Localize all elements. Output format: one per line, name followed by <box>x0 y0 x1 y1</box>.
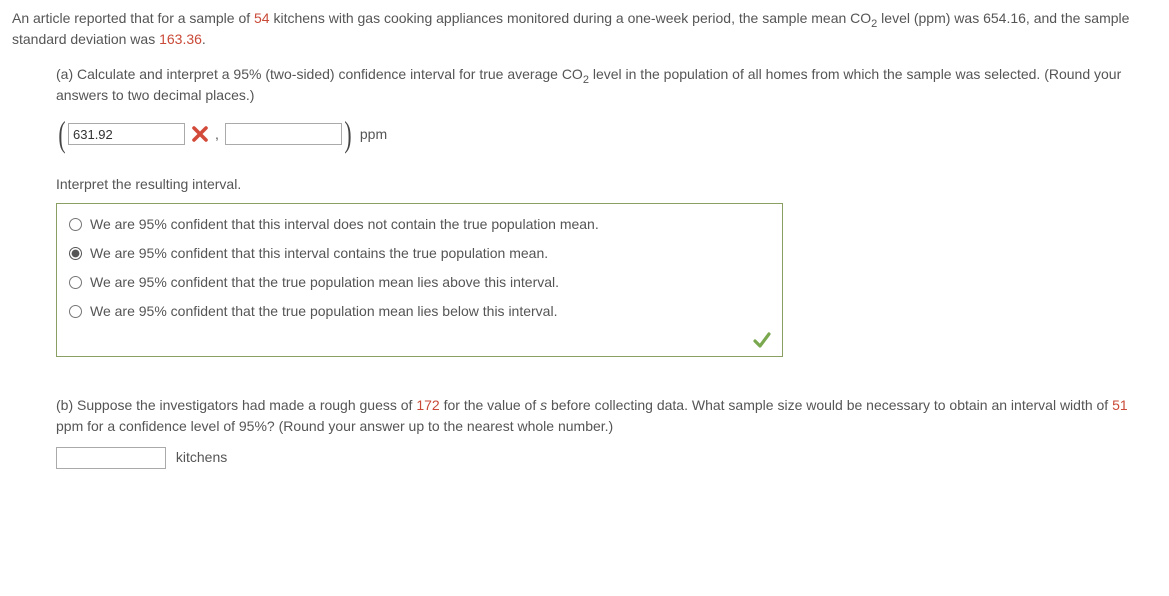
part-a-text: (a) Calculate and interpret a 95% (two-s… <box>56 64 1157 106</box>
part-b-text: (b) Suppose the investigators had made a… <box>56 395 1157 437</box>
ci-answer-row: ( , ) ppm <box>56 116 1157 152</box>
intro-seg4: . <box>202 31 206 47</box>
interpret-option-2[interactable]: We are 95% confident that the true popul… <box>67 268 772 297</box>
part-b-answer-row: kitchens <box>56 447 1157 469</box>
incorrect-icon <box>191 125 209 143</box>
ci-lower-input[interactable] <box>68 123 185 145</box>
comma-separator: , <box>215 124 219 145</box>
part-b-seg2: for the value of <box>440 397 540 413</box>
interpret-radio-2[interactable] <box>69 276 82 289</box>
interpret-label-3: We are 95% confident that the true popul… <box>90 301 557 322</box>
close-paren-icon: ) <box>344 116 351 152</box>
part-b-seg4: ppm for a confidence level of 95%? (Roun… <box>56 418 613 434</box>
interpret-radio-1[interactable] <box>69 247 82 260</box>
interpret-option-1[interactable]: We are 95% confident that this interval … <box>67 239 772 268</box>
intro-seg1: An article reported that for a sample of <box>12 10 254 26</box>
s-guess: 172 <box>416 397 439 413</box>
interpret-label-1: We are 95% confident that this interval … <box>90 243 548 264</box>
part-b-unit: kitchens <box>176 449 227 465</box>
co2-subscript: 2 <box>871 18 877 30</box>
interpret-radio-0[interactable] <box>69 218 82 231</box>
ci-unit: ppm <box>360 124 387 145</box>
intro-text: An article reported that for a sample of… <box>12 8 1157 50</box>
interpret-radio-3[interactable] <box>69 305 82 318</box>
interpret-option-0[interactable]: We are 95% confident that this interval … <box>67 210 772 239</box>
interpret-option-box: We are 95% confident that this interval … <box>56 203 783 357</box>
part-a-seg1: (a) Calculate and interpret a 95% (two-s… <box>56 66 583 82</box>
intro-seg2: kitchens with gas cooking appliances mon… <box>270 10 872 26</box>
sample-size-input[interactable] <box>56 447 166 469</box>
interpret-label-2: We are 95% confident that the true popul… <box>90 272 559 293</box>
ci-upper-input[interactable] <box>225 123 342 145</box>
part-b-seg1: (b) Suppose the investigators had made a… <box>56 397 416 413</box>
interpret-option-3[interactable]: We are 95% confident that the true popul… <box>67 297 772 326</box>
sample-size: 54 <box>254 10 270 26</box>
co2-subscript-a: 2 <box>583 74 589 86</box>
open-paren-icon: ( <box>58 116 65 152</box>
interpret-label-0: We are 95% confident that this interval … <box>90 214 599 235</box>
correct-icon <box>752 330 772 350</box>
part-b-seg3: before collecting data. What sample size… <box>547 397 1112 413</box>
interpret-heading: Interpret the resulting interval. <box>56 174 1157 195</box>
interval-width: 51 <box>1112 397 1128 413</box>
sample-sd: 163.36 <box>159 31 202 47</box>
